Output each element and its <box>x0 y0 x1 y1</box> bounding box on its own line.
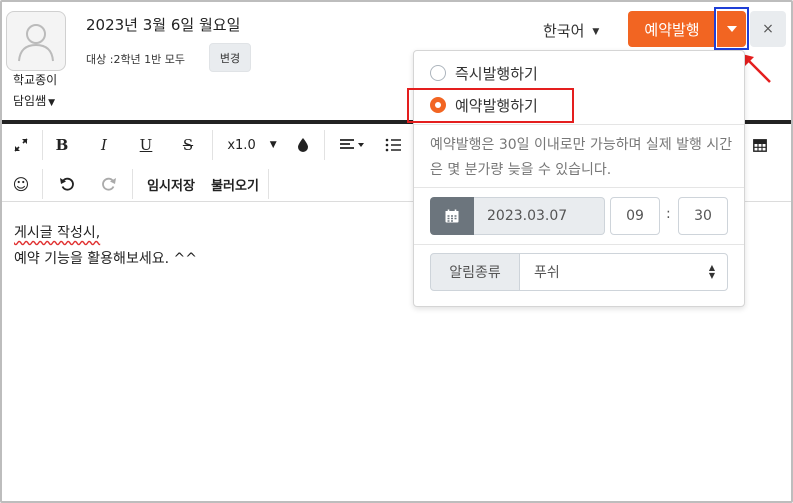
alarm-type-value: 푸쉬 <box>534 265 560 281</box>
option-scheduled-label: 예약발행하기 <box>455 96 538 115</box>
redo-icon[interactable] <box>98 169 120 199</box>
editor-line: 예약 기능을 활용해보세요. ^^ <box>14 251 197 267</box>
bold-icon[interactable]: B <box>52 130 72 160</box>
toolbar-separator <box>42 169 43 199</box>
toolbar-separator <box>212 130 213 160</box>
publish-options-toggle[interactable] <box>717 11 746 47</box>
list-icon[interactable] <box>382 130 404 160</box>
editor-line: 게시글 작성시, <box>14 225 101 241</box>
post-date: 2023년 3월 6일 월요일 <box>86 16 241 34</box>
zoom-dropdown[interactable]: x1.0 ▼ <box>224 130 280 160</box>
expand-icon[interactable] <box>10 130 32 160</box>
user-avatar-icon <box>6 11 66 71</box>
caret-down-icon: ▼ <box>48 98 56 108</box>
toolbar-separator <box>268 169 269 199</box>
zoom-value: x1.0 <box>227 137 256 153</box>
alarm-type-label: 알림종류 <box>430 253 520 291</box>
undo-icon[interactable] <box>56 169 78 199</box>
underline-icon[interactable]: U <box>136 130 156 160</box>
language-label: 한국어 <box>543 22 585 40</box>
author-role-label: 담임쌤 <box>13 94 47 108</box>
author-role-dropdown[interactable]: 담임쌤 ▼ <box>13 92 55 109</box>
minute-input[interactable]: 30 <box>678 197 728 235</box>
table-icon[interactable] <box>750 130 770 160</box>
align-icon[interactable] <box>336 130 368 160</box>
schedule-info-text: 예약발행은 30일 이내로만 가능하며 실제 발행 시간은 몇 분가량 늦을 수… <box>430 137 733 178</box>
toolbar-separator <box>132 169 133 199</box>
language-selector[interactable]: 한국어 ▼ <box>543 20 599 41</box>
option-immediate-label: 즉시발행하기 <box>455 64 538 83</box>
hour-input[interactable]: 09 <box>610 197 660 235</box>
caret-down-icon <box>726 26 737 32</box>
audience-text: 대상 :2학년 1반 모두 <box>86 53 186 66</box>
close-button[interactable]: × <box>750 11 786 47</box>
caret-down-icon: ▼ <box>592 26 600 37</box>
italic-icon[interactable]: I <box>94 130 114 160</box>
select-arrows-icon: ▲ ▼ <box>708 263 715 280</box>
radio-unchecked[interactable] <box>430 65 446 81</box>
toolbar-separator <box>324 130 325 160</box>
change-audience-button[interactable]: 변경 <box>209 43 251 72</box>
load-button[interactable]: 불러오기 <box>204 169 266 199</box>
time-separator: : <box>666 206 671 222</box>
radio-checked[interactable] <box>430 97 446 113</box>
temp-save-button[interactable]: 임시저장 <box>140 169 202 199</box>
menu-divider <box>414 187 744 188</box>
option-immediate-publish[interactable]: 즉시발행하기 <box>430 61 538 85</box>
calendar-icon[interactable] <box>430 197 474 235</box>
caret-down-icon: ▼ <box>269 140 277 150</box>
editor-content[interactable]: 게시글 작성시, 예약 기능을 활용해보세요. ^^ <box>14 220 197 272</box>
emoji-icon[interactable]: ☺ <box>10 169 32 199</box>
author-name: 학교종이 <box>13 73 58 87</box>
strikethrough-icon[interactable]: S <box>178 130 198 160</box>
option-scheduled-publish[interactable]: 예약발행하기 <box>430 93 538 117</box>
publish-options-menu: 즉시발행하기 예약발행하기 예약발행은 30일 이내로만 가능하며 실제 발행 … <box>407 50 745 307</box>
toolbar-separator <box>42 130 43 160</box>
alarm-type-select[interactable]: 푸쉬 ▲ ▼ <box>519 253 728 291</box>
ink-drop-icon[interactable] <box>294 130 312 160</box>
menu-divider <box>414 244 744 245</box>
reserve-publish-button[interactable]: 예약발행 <box>628 11 716 47</box>
menu-divider <box>414 124 744 125</box>
date-input[interactable]: 2023.03.07 <box>474 197 605 235</box>
